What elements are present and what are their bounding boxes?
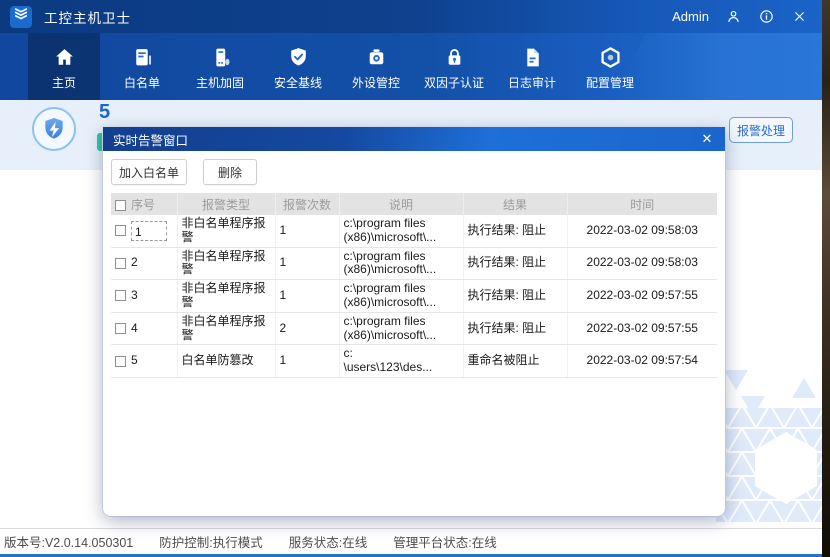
log-audit-icon: [520, 42, 545, 70]
col-header-count: 报警次数: [275, 193, 339, 215]
result-cell: 执行结果: 阻止: [463, 247, 567, 280]
nav-item-host-hardening[interactable]: 主机加固: [184, 33, 256, 100]
seq-cell: 4: [131, 321, 138, 335]
home-icon: [52, 42, 77, 70]
nav-item-label: 外设管控: [352, 74, 400, 91]
type-cell: 非白名单程序报警: [177, 247, 275, 280]
desc-cell: c:\program files (x86)\microsoft\...: [339, 312, 463, 345]
app-window: 工控主机卫士 Admin: [0, 0, 822, 557]
nav-item-two-factor[interactable]: 双因子认证: [418, 33, 490, 100]
nav-item-label: 配置管理: [586, 74, 634, 91]
count-cell: 1: [275, 215, 339, 247]
time-cell: 2022-03-02 09:57:55: [567, 312, 717, 345]
shield-lightning-icon: [32, 107, 76, 151]
realtime-alert-modal: 实时告警窗口 ✕ 加入白名单 删除 序号 报警类型 报警次数 说明 结果 时间: [103, 127, 725, 516]
alert-table: 序号 报警类型 报警次数 说明 结果 时间 1 非白名单程序报警 1 c:\pr…: [111, 193, 717, 378]
service-status-label: 服务状态:在线: [289, 532, 367, 551]
nav-item-label: 双因子认证: [424, 74, 484, 91]
time-cell: 2022-03-02 09:58:03: [567, 247, 717, 280]
desktop-edge-strip: [822, 0, 830, 557]
add-to-whitelist-button[interactable]: 加入白名单: [111, 159, 187, 185]
result-cell: 执行结果: 阻止: [463, 280, 567, 313]
count-cell: 2: [275, 312, 339, 345]
host-hardening-icon: [208, 42, 233, 70]
type-cell: 白名单防篡改: [177, 345, 275, 378]
result-cell: 执行结果: 阻止: [463, 215, 567, 247]
seq-cell: 2: [131, 255, 138, 269]
app-logo: [10, 6, 32, 28]
current-user-label: Admin: [672, 9, 709, 24]
modal-title: 实时告警窗口: [113, 130, 699, 149]
alert-count: 5: [99, 101, 110, 124]
time-cell: 2022-03-02 09:58:03: [567, 215, 717, 247]
nav-item-log-audit[interactable]: 日志审计: [496, 33, 568, 100]
delete-button[interactable]: 删除: [203, 159, 257, 185]
select-all-checkbox[interactable]: [115, 200, 126, 211]
nav-item-label: 日志审计: [508, 74, 556, 91]
nav-item-whitelist[interactable]: 白名单: [106, 33, 178, 100]
security-baseline-icon: [286, 42, 311, 70]
desc-cell: c:\program files (x86)\microsoft\...: [339, 280, 463, 313]
close-icon[interactable]: [790, 8, 808, 26]
status-bar: 版本号:V2.0.14.050301 防护控制:执行模式 服务状态:在线 管理平…: [0, 528, 822, 557]
table-row[interactable]: 3 非白名单程序报警 1 c:\program files (x86)\micr…: [111, 280, 717, 313]
nav-item-label: 主机加固: [196, 74, 244, 91]
app-title: 工控主机卫士: [44, 7, 131, 27]
nav-item-security-baseline[interactable]: 安全基线: [262, 33, 334, 100]
whitelist-icon: [130, 42, 155, 70]
nav-item-label: 主页: [52, 74, 76, 91]
time-cell: 2022-03-02 09:57:55: [567, 280, 717, 313]
protection-mode-label: 防护控制:执行模式: [159, 532, 262, 551]
count-cell: 1: [275, 280, 339, 313]
col-header-result: 结果: [463, 193, 567, 215]
nav-bar: 主页 白名单: [0, 33, 822, 100]
count-cell: 1: [275, 345, 339, 378]
result-cell: 重命名被阻止: [463, 345, 567, 378]
row-checkbox[interactable]: [115, 323, 126, 334]
version-label: 版本号:V2.0.14.050301: [4, 532, 133, 551]
desc-cell: c: \users\123\des...: [339, 345, 463, 378]
titlebar: 工控主机卫士 Admin: [0, 0, 822, 33]
row-checkbox[interactable]: [115, 225, 126, 236]
type-cell: 非白名单程序报警: [177, 215, 275, 247]
modal-titlebar: 实时告警窗口 ✕: [103, 127, 725, 151]
alert-process-button[interactable]: 报警处理: [729, 117, 793, 143]
peripheral-control-icon: [364, 42, 389, 70]
seq-cell: 5: [131, 353, 138, 367]
layers-logo-icon: [12, 5, 30, 28]
col-header-seq: 序号: [131, 198, 155, 212]
table-row[interactable]: 5 白名单防篡改 1 c: \users\123\des... 重命名被阻止 2…: [111, 345, 717, 378]
count-cell: 1: [275, 247, 339, 280]
alert-table-header-row: 序号 报警类型 报警次数 说明 结果 时间: [111, 193, 717, 215]
col-header-desc: 说明: [339, 193, 463, 215]
row-checkbox[interactable]: [115, 290, 126, 301]
nav-item-label: 白名单: [124, 74, 160, 91]
result-cell: 执行结果: 阻止: [463, 312, 567, 345]
nav-item-config-management[interactable]: 配置管理: [574, 33, 646, 100]
seq-cell: 3: [131, 288, 138, 302]
col-header-time: 时间: [567, 193, 717, 215]
seq-cell-focused[interactable]: 1: [131, 221, 167, 241]
desc-cell: c:\program files (x86)\microsoft\...: [339, 215, 463, 247]
table-row[interactable]: 4 非白名单程序报警 2 c:\program files (x86)\micr…: [111, 312, 717, 345]
type-cell: 非白名单程序报警: [177, 280, 275, 313]
nav-item-home[interactable]: 主页: [28, 33, 100, 100]
time-cell: 2022-03-02 09:57:54: [567, 345, 717, 378]
row-checkbox[interactable]: [115, 356, 126, 367]
nav-item-label: 安全基线: [274, 74, 322, 91]
table-row[interactable]: 2 非白名单程序报警 1 c:\program files (x86)\micr…: [111, 247, 717, 280]
nav-item-peripheral-control[interactable]: 外设管控: [340, 33, 412, 100]
col-header-type: 报警类型: [177, 193, 275, 215]
platform-status-label: 管理平台状态:在线: [393, 532, 496, 551]
two-factor-icon: [442, 42, 467, 70]
config-management-icon: [598, 42, 623, 70]
user-icon[interactable]: [724, 8, 742, 26]
table-row[interactable]: 1 非白名单程序报警 1 c:\program files (x86)\micr…: [111, 215, 717, 247]
modal-close-icon[interactable]: ✕: [699, 131, 715, 147]
type-cell: 非白名单程序报警: [177, 312, 275, 345]
info-icon[interactable]: [757, 8, 775, 26]
row-checkbox[interactable]: [115, 258, 126, 269]
desc-cell: c:\program files (x86)\microsoft\...: [339, 247, 463, 280]
